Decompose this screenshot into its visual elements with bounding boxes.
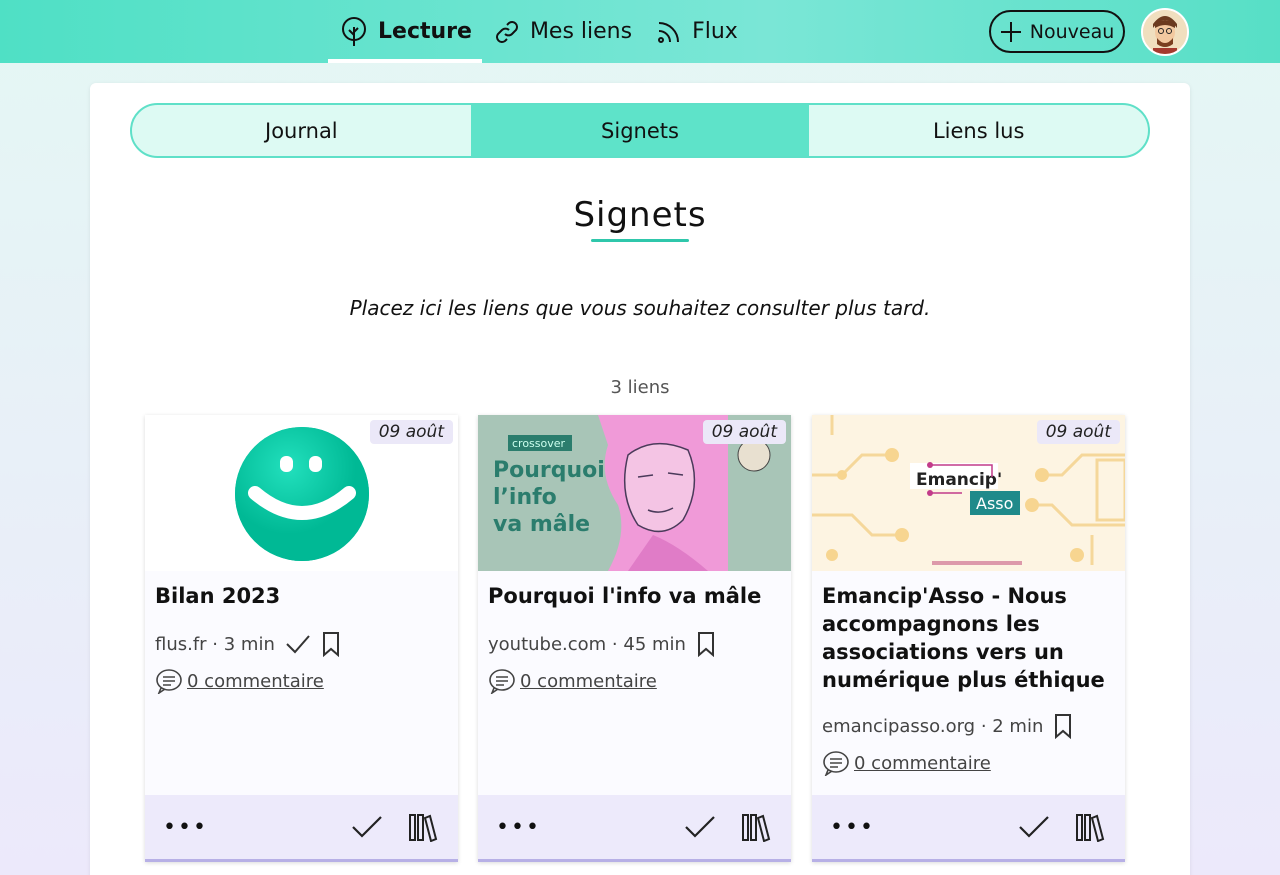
- comments-link[interactable]: 0 commentaire: [854, 753, 991, 774]
- card-meta-text: emancipasso.org · 2 min: [822, 715, 1044, 737]
- user-avatar[interactable]: [1141, 8, 1189, 56]
- library-icon[interactable]: [1075, 812, 1105, 842]
- card-comments[interactable]: 0 commentaire: [822, 750, 991, 776]
- tab-signets[interactable]: Signets: [470, 105, 810, 156]
- title-underline: [591, 239, 689, 242]
- date-badge: 09 août: [369, 420, 453, 444]
- card-meta: emancipasso.org · 2 min: [822, 713, 1073, 739]
- link-icon: [495, 20, 518, 43]
- avatar-portrait-icon: [1143, 10, 1187, 54]
- nav-item-lecture[interactable]: Lecture: [328, 0, 482, 63]
- rss-icon: [658, 21, 680, 43]
- card-image[interactable]: Emancip' Asso 09 août: [812, 415, 1125, 571]
- card-comments[interactable]: 0 commentaire: [155, 668, 324, 694]
- card-meta-text: youtube.com · 45 min: [488, 633, 686, 655]
- mark-read-icon[interactable]: [351, 814, 383, 840]
- more-actions-button[interactable]: •••: [163, 815, 208, 840]
- card-image[interactable]: crossover Pourquoi l’info va mâle 09 aoû…: [478, 415, 791, 571]
- more-actions-button[interactable]: •••: [496, 815, 541, 840]
- nav-item-flux[interactable]: Flux: [644, 0, 750, 63]
- logo-word2: Asso: [976, 494, 1013, 513]
- library-icon[interactable]: [408, 812, 438, 842]
- bookmark-icon[interactable]: [321, 631, 341, 657]
- logo-word1: Emancip': [916, 470, 1002, 490]
- plus-icon: [1000, 21, 1021, 42]
- comment-icon: [156, 669, 182, 694]
- more-actions-button[interactable]: •••: [830, 815, 875, 840]
- bookmark-icon[interactable]: [1053, 713, 1073, 739]
- card-meta: youtube.com · 45 min: [488, 631, 716, 657]
- page-subtitle: Placez ici les liens que vous souhaitez …: [349, 296, 931, 320]
- thumbnail-tag: crossover: [512, 437, 566, 450]
- date-badge: 09 août: [1036, 420, 1120, 444]
- top-navigation-bar: Lecture Mes liens Flux Nouveau: [0, 0, 1280, 63]
- card-comments[interactable]: 0 commentaire: [488, 668, 657, 694]
- thumbnail-line2: l’info: [493, 485, 557, 510]
- tab-bar: Journal Signets Liens lus: [130, 103, 1150, 158]
- thumbnail-line3: va mâle: [493, 512, 590, 537]
- new-button-label: Nouveau: [1029, 20, 1115, 43]
- link-card[interactable]: Emancip' Asso 09 août Emancip'Asso - Nou…: [812, 415, 1125, 862]
- comment-icon: [489, 669, 515, 694]
- library-icon[interactable]: [741, 812, 771, 842]
- card-title[interactable]: Bilan 2023: [155, 582, 448, 610]
- card-meta: flus.fr · 3 min: [155, 631, 341, 657]
- tab-journal[interactable]: Journal: [132, 105, 471, 156]
- thumbnail-line1: Pourquoi: [493, 458, 605, 483]
- new-button[interactable]: Nouveau: [989, 10, 1125, 53]
- page-title: Signets: [573, 195, 707, 235]
- comments-link[interactable]: 0 commentaire: [187, 671, 324, 692]
- nav-item-label: Flux: [692, 19, 738, 44]
- main-nav: Lecture Mes liens Flux: [328, 0, 750, 63]
- comment-icon: [823, 751, 849, 776]
- card-meta-text: flus.fr · 3 min: [155, 633, 275, 655]
- card-title[interactable]: Pourquoi l'info va mâle: [488, 582, 781, 610]
- nav-item-mes-liens[interactable]: Mes liens: [482, 0, 644, 63]
- mark-read-icon[interactable]: [684, 814, 716, 840]
- card-footer: •••: [145, 795, 458, 859]
- card-title[interactable]: Emancip'Asso - Nous accompagnons les ass…: [822, 582, 1115, 694]
- card-footer: •••: [812, 795, 1125, 859]
- bookmark-icon[interactable]: [696, 631, 716, 657]
- date-badge: 09 août: [702, 420, 786, 444]
- links-count: 3 liens: [610, 377, 670, 398]
- tree-icon: [342, 16, 366, 46]
- link-card[interactable]: 09 août Bilan 2023 flus.fr · 3 min 0 com…: [145, 415, 458, 862]
- link-card[interactable]: crossover Pourquoi l’info va mâle 09 aoû…: [478, 415, 791, 862]
- card-image[interactable]: 09 août: [145, 415, 458, 571]
- comments-link[interactable]: 0 commentaire: [520, 671, 657, 692]
- card-footer: •••: [478, 795, 791, 859]
- tab-liens-lus[interactable]: Liens lus: [809, 105, 1148, 156]
- nav-item-label: Lecture: [378, 19, 472, 44]
- nav-item-label: Mes liens: [529, 19, 633, 44]
- mark-read-icon[interactable]: [1018, 814, 1050, 840]
- check-icon[interactable]: [285, 633, 311, 655]
